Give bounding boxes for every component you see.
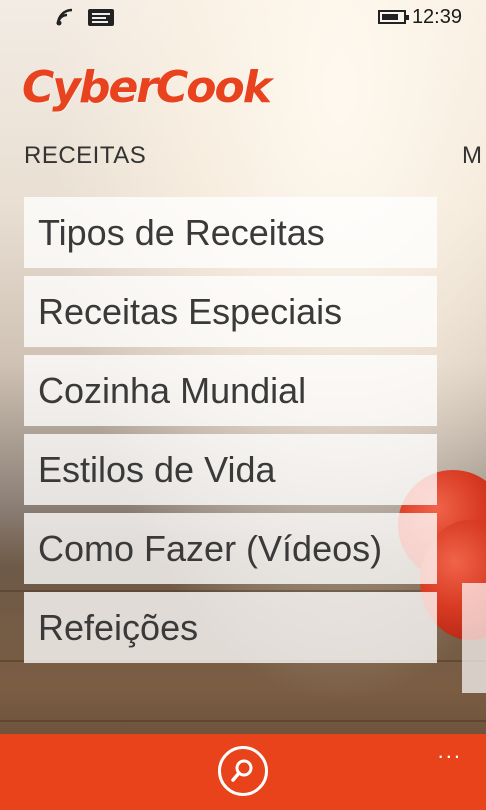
recipe-menu: Tipos de Receitas Receitas Especiais Coz… [24,197,437,671]
menu-item-label: Refeições [38,606,199,648]
message-icon [88,9,114,26]
battery-icon [378,10,409,24]
more-options-button[interactable]: ... [438,740,462,762]
menu-item-label: Estilos de Vida [38,448,276,490]
search-icon [231,759,253,782]
menu-item-cozinha-mundial[interactable]: Cozinha Mundial [24,355,437,426]
menu-item-receitas-especiais[interactable]: Receitas Especiais [24,276,437,347]
status-time: 12:39 [411,6,462,28]
menu-item-tipos-de-receitas[interactable]: Tipos de Receitas [24,197,437,268]
menu-item-estilos-de-vida[interactable]: Estilos de Vida [24,434,437,505]
menu-item-refeicoes[interactable]: Refeições [24,592,437,663]
menu-item-label: Como Fazer (Vídeos) [38,527,383,569]
menu-item-label: Tipos de Receitas [38,211,325,253]
status-bar: 12:39 [0,0,486,34]
pivot-title[interactable]: RECEITAS [24,142,146,170]
signal-icon [56,8,73,26]
menu-item-label: Cozinha Mundial [38,369,307,411]
app-bar: ... [0,734,486,810]
search-button[interactable] [218,746,268,796]
pivot-next-title[interactable]: M [462,142,482,170]
menu-item-como-fazer-videos[interactable]: Como Fazer (Vídeos) [24,513,437,584]
app-logo: CyberCook [22,62,272,113]
menu-item-label: Receitas Especiais [38,290,343,332]
next-pivot-tile-peek[interactable] [462,583,486,693]
